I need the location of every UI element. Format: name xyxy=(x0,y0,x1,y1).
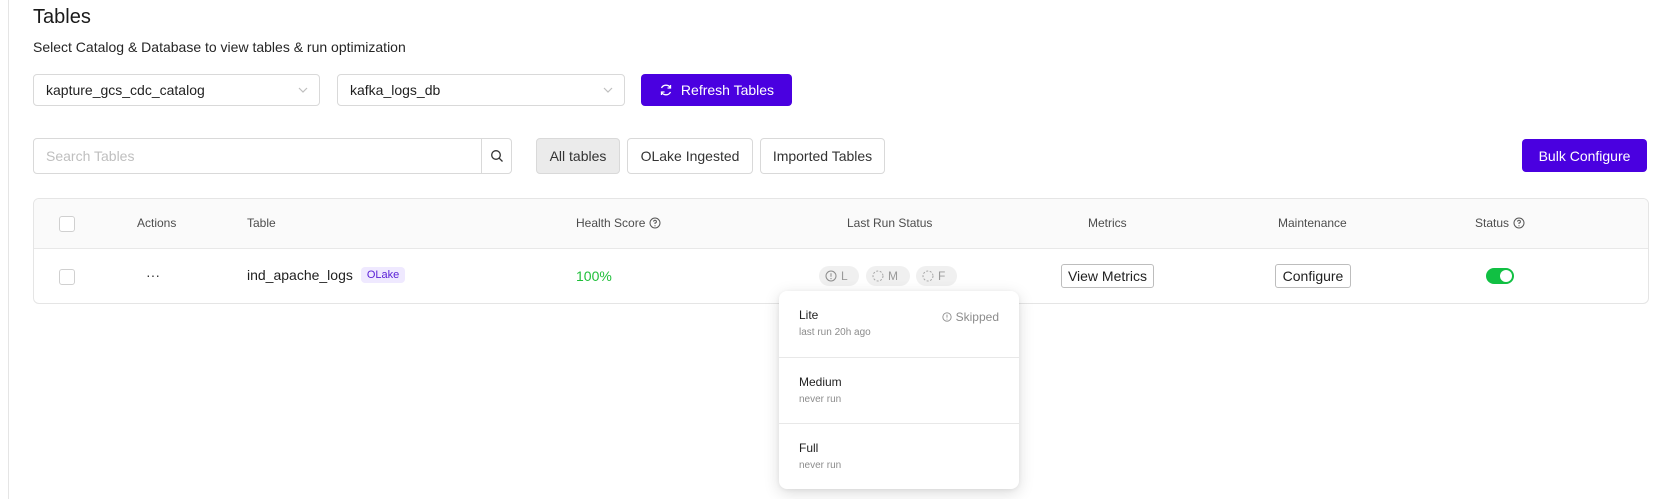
row-actions-button[interactable]: ··· xyxy=(137,259,169,291)
olake-tag: OLake xyxy=(360,267,406,283)
catalog-select-value: kapture_gcs_cdc_catalog xyxy=(46,82,205,98)
refresh-tables-label: Refresh Tables xyxy=(680,82,775,98)
pending-icon xyxy=(872,270,884,282)
help-icon[interactable] xyxy=(649,217,661,229)
header-maintenance: Maintenance xyxy=(1278,216,1347,230)
chevron-down-icon xyxy=(298,87,308,93)
popover-item-medium: Medium never run xyxy=(779,357,1019,423)
popover-item-name: Lite xyxy=(799,308,819,322)
popover-item-full: Full never run xyxy=(779,423,1019,489)
chevron-down-icon xyxy=(603,87,613,93)
popover-item-lite: Lite last run 20h ago Skipped xyxy=(779,291,1019,357)
sidebar-divider xyxy=(8,0,9,499)
database-select[interactable]: kafka_logs_db xyxy=(337,74,625,106)
popover-status-label: Skipped xyxy=(955,310,999,324)
refresh-icon xyxy=(660,84,672,96)
popover-item-status: Skipped xyxy=(942,310,999,324)
run-status-medium[interactable]: M xyxy=(866,266,910,286)
health-score-value: 100% xyxy=(576,268,612,284)
header-health-score: Health Score xyxy=(576,216,661,230)
status-toggle[interactable] xyxy=(1486,268,1514,284)
database-select-value: kafka_logs_db xyxy=(350,82,441,98)
search-input[interactable] xyxy=(34,139,481,173)
info-icon xyxy=(942,312,952,322)
catalog-select[interactable]: kapture_gcs_cdc_catalog xyxy=(33,74,320,106)
header-metrics: Metrics xyxy=(1088,216,1127,230)
filter-all-tables[interactable]: All tables xyxy=(536,138,620,174)
popover-item-sub: never run xyxy=(799,460,842,471)
table-name[interactable]: ind_apache_logs xyxy=(247,267,353,283)
page-title: Tables xyxy=(33,6,91,28)
run-status-lite-label: L xyxy=(841,269,848,283)
run-status-popover: Lite last run 20h ago Skipped Medium nev… xyxy=(779,291,1019,489)
run-status-lite[interactable]: L xyxy=(819,266,859,286)
tables-table: Actions Table Health Score Last Run Stat… xyxy=(33,198,1649,304)
run-status-full[interactable]: F xyxy=(916,266,957,286)
popover-item-sub: last run 20h ago xyxy=(799,327,871,338)
table-header: Actions Table Health Score Last Run Stat… xyxy=(34,199,1648,249)
pending-icon xyxy=(922,270,934,282)
header-status-label: Status xyxy=(1475,216,1510,230)
filter-imported-tables[interactable]: Imported Tables xyxy=(760,138,885,174)
header-last-run-status: Last Run Status xyxy=(847,216,933,230)
page-subtitle: Select Catalog & Database to view tables… xyxy=(33,39,406,55)
filter-olake-ingested[interactable]: OLake Ingested xyxy=(627,138,753,174)
table-name-cell: ind_apache_logs OLake xyxy=(247,267,406,283)
popover-item-sub: never run xyxy=(799,394,842,405)
bulk-configure-button[interactable]: Bulk Configure xyxy=(1522,139,1647,172)
header-table: Table xyxy=(247,216,276,230)
configure-button[interactable]: Configure xyxy=(1275,264,1351,288)
search-icon xyxy=(490,150,503,162)
popover-item-name: Medium xyxy=(799,375,842,389)
search-box xyxy=(33,138,512,174)
header-status: Status xyxy=(1475,216,1525,230)
header-actions: Actions xyxy=(137,216,177,230)
popover-item-name: Full xyxy=(799,441,819,455)
info-icon xyxy=(825,270,837,282)
header-health-label: Health Score xyxy=(576,216,646,230)
run-status-full-label: F xyxy=(938,269,946,283)
search-button[interactable] xyxy=(481,139,511,173)
select-all-checkbox[interactable] xyxy=(59,216,75,232)
view-metrics-button[interactable]: View Metrics xyxy=(1061,264,1154,288)
refresh-tables-button[interactable]: Refresh Tables xyxy=(641,74,792,106)
run-status-medium-label: M xyxy=(888,269,898,283)
row-checkbox[interactable] xyxy=(59,269,75,285)
help-icon[interactable] xyxy=(1513,217,1525,229)
